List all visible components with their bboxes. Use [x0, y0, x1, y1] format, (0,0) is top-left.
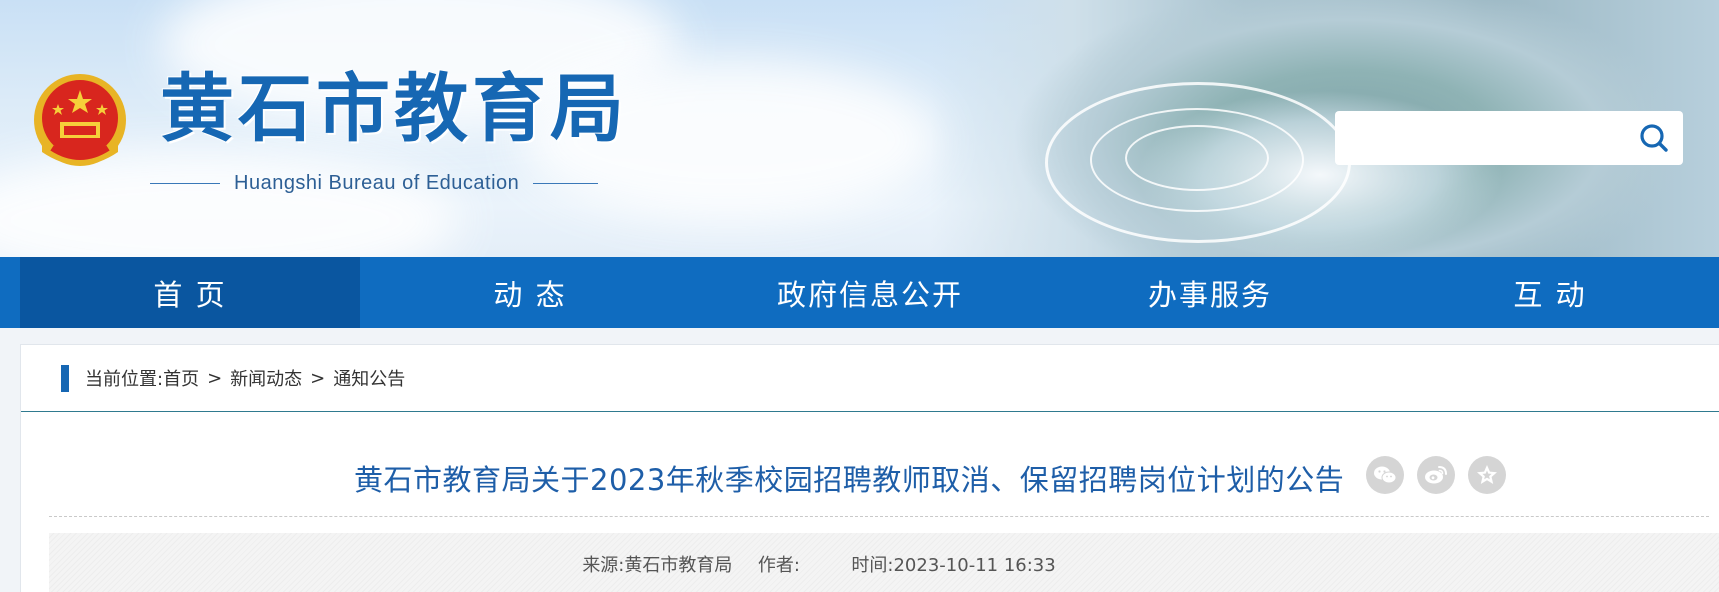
- subtitle-rule-left: [150, 183, 220, 184]
- search-input[interactable]: [1347, 119, 1621, 159]
- breadcrumb-separator: >: [310, 367, 326, 389]
- subtitle-rule-right: [533, 183, 599, 184]
- share-weibo-button[interactable]: [1417, 456, 1455, 494]
- nav-item-home[interactable]: 首 页: [20, 257, 360, 328]
- breadcrumb-link-news[interactable]: 新闻动态: [230, 365, 302, 391]
- article-meta: 来源:黄石市教育局 作者: 时间:2023-10-11 16:33: [49, 551, 1589, 577]
- search-box: [1335, 111, 1683, 165]
- site-subtitle: Huangshi Bureau of Education: [150, 172, 670, 195]
- share-favorite-button[interactable]: [1468, 456, 1506, 494]
- breadcrumb-link-home[interactable]: 首页: [163, 365, 199, 391]
- nav-item-services[interactable]: 办事服务: [1040, 257, 1380, 328]
- search-icon[interactable]: [1639, 123, 1669, 153]
- meta-author-label: 作者:: [757, 555, 800, 576]
- wechat-icon: [1374, 466, 1397, 484]
- meta-time-label: 时间:: [851, 555, 894, 576]
- national-emblem-icon: [34, 74, 126, 166]
- nav-item-interaction[interactable]: 互 动: [1380, 257, 1719, 328]
- nav-item-news[interactable]: 动 态: [360, 257, 700, 328]
- site-title: 黄石市教育局: [160, 66, 628, 152]
- breadcrumb-link-notices[interactable]: 通知公告: [333, 365, 405, 391]
- breadcrumb: 当前位置: 首页 > 新闻动态 > 通知公告: [21, 345, 1719, 412]
- title-divider: [49, 516, 1709, 517]
- meta-source: 黄石市教育局: [624, 555, 733, 576]
- deck-ring: [1125, 125, 1269, 191]
- site-subtitle-text: Huangshi Bureau of Education: [234, 172, 520, 194]
- breadcrumb-prefix: 当前位置:: [85, 369, 164, 390]
- article-title: 黄石市教育局关于2023年秋季校园招聘教师取消、保留招聘岗位计划的公告: [354, 463, 1345, 497]
- content-panel: 当前位置: 首页 > 新闻动态 > 通知公告 黄石市教育局关于2023年秋季校园…: [20, 344, 1719, 592]
- weibo-icon: [1425, 466, 1447, 484]
- article-meta-bar: 来源:黄石市教育局 作者: 时间:2023-10-11 16:33: [49, 533, 1719, 592]
- nav-item-gov-info[interactable]: 政府信息公开: [700, 257, 1040, 328]
- header-banner: 黄石市教育局 Huangshi Bureau of Education: [0, 0, 1719, 257]
- share-wechat-button[interactable]: [1366, 456, 1404, 494]
- main-nav: 首 页 动 态 政府信息公开 办事服务 互 动: [0, 257, 1719, 328]
- meta-time: 2023-10-11 16:33: [893, 555, 1056, 576]
- breadcrumb-separator: >: [207, 367, 223, 389]
- breadcrumb-marker: [61, 364, 69, 392]
- meta-source-label: 来源:: [582, 555, 625, 576]
- favorite-star-icon: [1477, 465, 1497, 484]
